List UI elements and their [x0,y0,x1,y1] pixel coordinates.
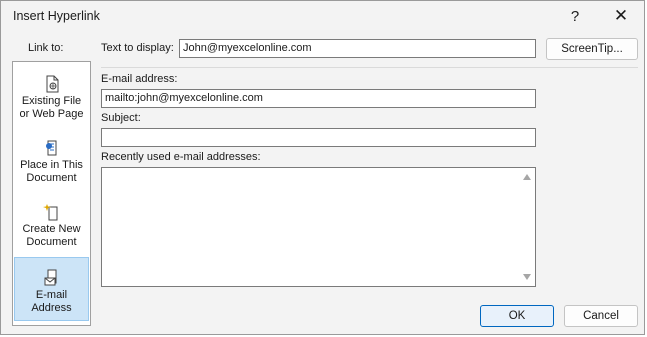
help-button[interactable]: ? [555,3,595,29]
close-button[interactable]: ✕ [601,3,641,29]
place-in-document-line1: Place in This [20,159,83,171]
dialog-title: Insert Hyperlink [13,9,100,23]
screentip-button[interactable]: ScreenTip... [546,38,638,60]
link-existing-file-button[interactable]: Existing File or Web Page [14,64,89,128]
link-create-new-document-button[interactable]: Create New Document [14,192,89,256]
place-in-document-line2: Document [26,172,77,184]
email-address-icon [42,268,62,288]
cancel-button[interactable]: Cancel [564,305,638,327]
title-bar: Insert Hyperlink ? ✕ [1,1,644,31]
subject-label: Subject: [101,112,141,124]
email-address-label: E-mail address: [101,73,178,85]
recent-addresses-list[interactable] [101,167,536,287]
recent-addresses-label: Recently used e-mail addresses: [101,151,261,163]
existing-file-line1: Existing File [21,95,82,107]
email-address-line2: Address [31,302,72,314]
existing-file-icon [42,74,62,94]
email-address-input[interactable]: mailto:john@myexcelonline.com [101,89,536,108]
header-divider [101,67,638,68]
existing-file-line2: or Web Page [19,108,84,120]
subject-input[interactable] [101,128,536,147]
scroll-up-arrow-icon[interactable] [523,174,531,180]
link-to-bar: Existing File or Web Page Place in This Do… [12,61,91,326]
create-new-document-icon [42,202,62,222]
link-place-in-document-button[interactable]: Place in This Document [14,128,89,192]
ok-button[interactable]: OK [480,305,554,327]
link-email-address-button[interactable]: E-mail Address [14,257,89,321]
create-new-document-line1: Create New [22,223,81,235]
create-new-document-line2: Document [26,236,77,248]
insert-hyperlink-dialog: Insert Hyperlink ? ✕ Link to: Existing F… [0,0,645,335]
text-to-display-input[interactable]: John@myexcelonline.com [179,39,536,58]
place-in-document-icon [42,138,62,158]
scroll-down-arrow-icon[interactable] [523,274,531,280]
link-to-label: Link to: [28,42,64,54]
text-to-display-label: Text to display: [101,42,174,54]
email-address-line1: E-mail [35,289,68,301]
